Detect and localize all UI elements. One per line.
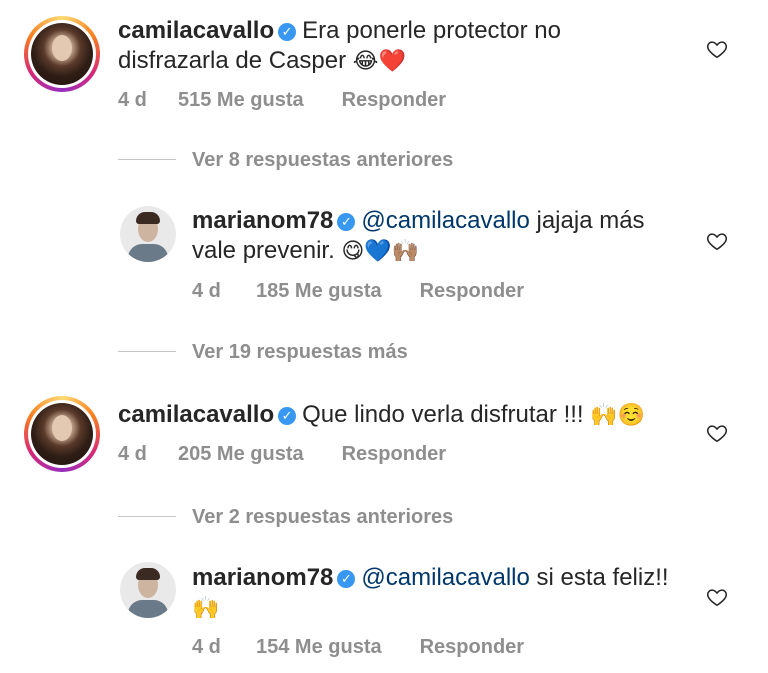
avatar[interactable] (24, 396, 100, 472)
comment-meta: 4 d 185 Me gusta Responder (192, 279, 524, 303)
heart-outline-icon[interactable] (706, 230, 728, 252)
verified-badge-icon: ✓ (337, 570, 356, 588)
comment-emojis: 😋💙🙌🏽 (341, 239, 420, 264)
reply-button[interactable]: Responder (420, 635, 524, 659)
comment-age: 4 d (118, 89, 147, 111)
heart-outline-icon[interactable] (706, 422, 728, 444)
view-replies-label: Ver 19 respuestas más (192, 341, 408, 363)
comment-text: si esta feliz!! (536, 564, 669, 591)
reply-button[interactable]: Responder (342, 442, 446, 466)
likes-count[interactable]: 154 Me gusta (256, 635, 382, 659)
view-replies-label: Ver 2 respuestas anteriores (192, 506, 454, 528)
comment-meta: 4 d 154 Me gusta Responder (192, 635, 524, 659)
username[interactable]: camilacavallo (118, 401, 274, 428)
comment-age: 4 d (192, 636, 221, 658)
likes-count[interactable]: 515 Me gusta (178, 88, 304, 112)
comment-age: 4 d (118, 443, 147, 465)
username[interactable]: camilacavallo (118, 17, 274, 44)
avatar[interactable] (120, 562, 176, 618)
mention-link[interactable]: @camilacavallo (361, 564, 529, 591)
verified-badge-icon: ✓ (278, 23, 297, 41)
avatar[interactable] (24, 16, 100, 92)
likes-count[interactable]: 185 Me gusta (256, 279, 382, 303)
verified-badge-icon: ✓ (337, 213, 356, 231)
comment-emojis: 🙌 (192, 596, 220, 621)
thread-divider (118, 516, 176, 517)
view-replies-button[interactable]: Ver 8 respuestas anteriores (118, 148, 453, 172)
reply-button[interactable]: Responder (420, 279, 524, 303)
comment-body: camilacavallo ✓ Que lindo verla disfrutar … (118, 400, 698, 431)
mention-link[interactable]: @camilacavallo (361, 207, 529, 234)
comment-text: Que lindo verla disfrutar !!! (302, 401, 584, 428)
username[interactable]: marianom78 (192, 207, 333, 234)
comment-body: marianom78 ✓ @camilacavallo jajaja más val… (192, 206, 692, 267)
view-more-replies-button[interactable]: Ver 19 respuestas más (118, 340, 408, 364)
comment-emojis: 🙌☺️ (590, 403, 646, 428)
heart-outline-icon[interactable] (706, 38, 728, 60)
verified-badge-icon: ✓ (278, 407, 297, 425)
likes-count[interactable]: 205 Me gusta (178, 442, 304, 466)
heart-outline-icon[interactable] (706, 586, 728, 608)
avatar[interactable] (120, 206, 176, 262)
comment-meta: 4 d 515 Me gusta Responder (118, 88, 446, 112)
comment-body: camilacavallo ✓ Era ponerle protector no d… (118, 16, 678, 77)
thread-divider (118, 159, 176, 160)
comment-body: marianom78 ✓ @camilacavallo si esta feliz!… (192, 563, 692, 624)
comment-emojis: 😂❤️ (352, 49, 406, 74)
thread-divider (118, 351, 176, 352)
username[interactable]: marianom78 (192, 564, 333, 591)
comment-meta: 4 d 205 Me gusta Responder (118, 442, 446, 466)
comment-age: 4 d (192, 280, 221, 302)
view-replies-button[interactable]: Ver 2 respuestas anteriores (118, 505, 453, 529)
view-replies-label: Ver 8 respuestas anteriores (192, 149, 454, 171)
reply-button[interactable]: Responder (342, 88, 446, 112)
